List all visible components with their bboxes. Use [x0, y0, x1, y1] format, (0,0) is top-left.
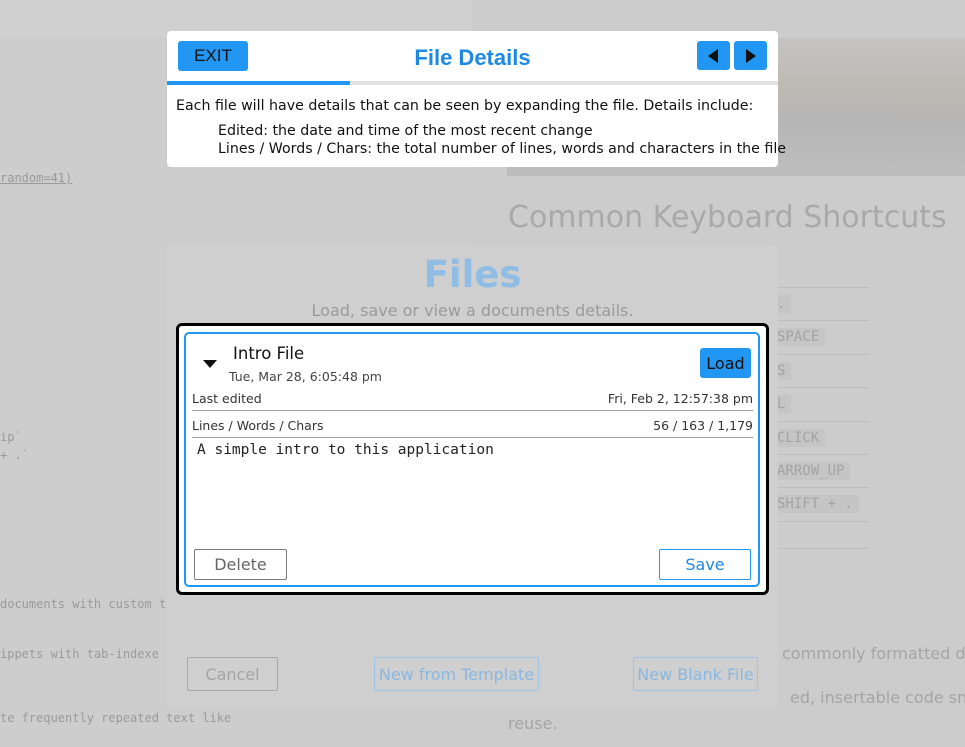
file-details-help-panel: EXIT File Details Each file will have de…	[167, 31, 786, 167]
last-edited-row: Last edited Fri, Feb 2, 12:57:38 pm	[192, 385, 753, 411]
save-button[interactable]: Save	[659, 549, 751, 580]
background-code-line: ip`	[0, 430, 22, 444]
shortcut-key: SHIFT + .	[771, 495, 859, 514]
file-date: Tue, Mar 28, 6:05:48 pm	[229, 369, 382, 384]
help-intro-text: Each file will have details that can be …	[176, 98, 754, 114]
stats-row: Lines / Words / Chars 56 / 163 / 1,179	[192, 412, 753, 438]
tutorial-progress-fill	[167, 81, 351, 85]
help-title: File Details	[414, 45, 531, 70]
stats-value: 56 / 163 / 1,179	[653, 418, 753, 433]
background-code-line: documents with custom t	[0, 597, 167, 611]
tutorial-progress-bar	[167, 81, 778, 85]
background-text-line: commonly formatted d	[782, 644, 965, 663]
collapse-caret-icon[interactable]	[203, 360, 217, 368]
shortcut-key: SPACE	[771, 328, 826, 347]
help-detail-item: Lines / Words / Chars: the total number …	[218, 141, 787, 157]
files-subtitle: Load, save or view a documents details.	[311, 301, 634, 320]
background-code-line: random=41)	[0, 171, 73, 185]
background-code-line: + .`	[0, 448, 29, 462]
background-code-line: ippets with tab-indexe	[0, 647, 159, 661]
cancel-button[interactable]: Cancel	[187, 657, 278, 691]
stats-label: Lines / Words / Chars	[192, 418, 324, 433]
file-content-textarea[interactable]: A simple intro to this application	[192, 438, 753, 543]
file-name: Intro File	[233, 344, 305, 363]
shortcut-key: ARROW_UP	[771, 461, 851, 480]
arrow-left-icon	[708, 49, 718, 63]
new-from-template-button[interactable]: New from Template	[374, 657, 539, 691]
background-heading: Common Keyboard Shortcuts	[508, 200, 947, 235]
files-title: Files	[423, 253, 522, 296]
next-step-button[interactable]	[734, 41, 767, 70]
help-detail-item: Edited: the date and time of the most re…	[218, 123, 593, 139]
last-edited-value: Fri, Feb 2, 12:57:38 pm	[607, 391, 753, 406]
delete-button[interactable]: Delete	[194, 549, 287, 580]
file-card: Intro File Tue, Mar 28, 6:05:48 pm Load …	[184, 332, 760, 587]
arrow-right-icon	[746, 49, 756, 63]
background-text-line: ed, insertable code snipp	[790, 688, 965, 707]
shortcut-key: CLICK	[771, 428, 826, 447]
new-blank-file-button[interactable]: New Blank File	[633, 657, 758, 691]
last-edited-label: Last edited	[192, 391, 262, 406]
load-button[interactable]: Load	[700, 348, 751, 378]
background-text-line: reuse.	[508, 714, 558, 733]
background-code-line: te frequently repeated text like	[0, 711, 232, 725]
previous-step-button[interactable]	[697, 41, 730, 70]
